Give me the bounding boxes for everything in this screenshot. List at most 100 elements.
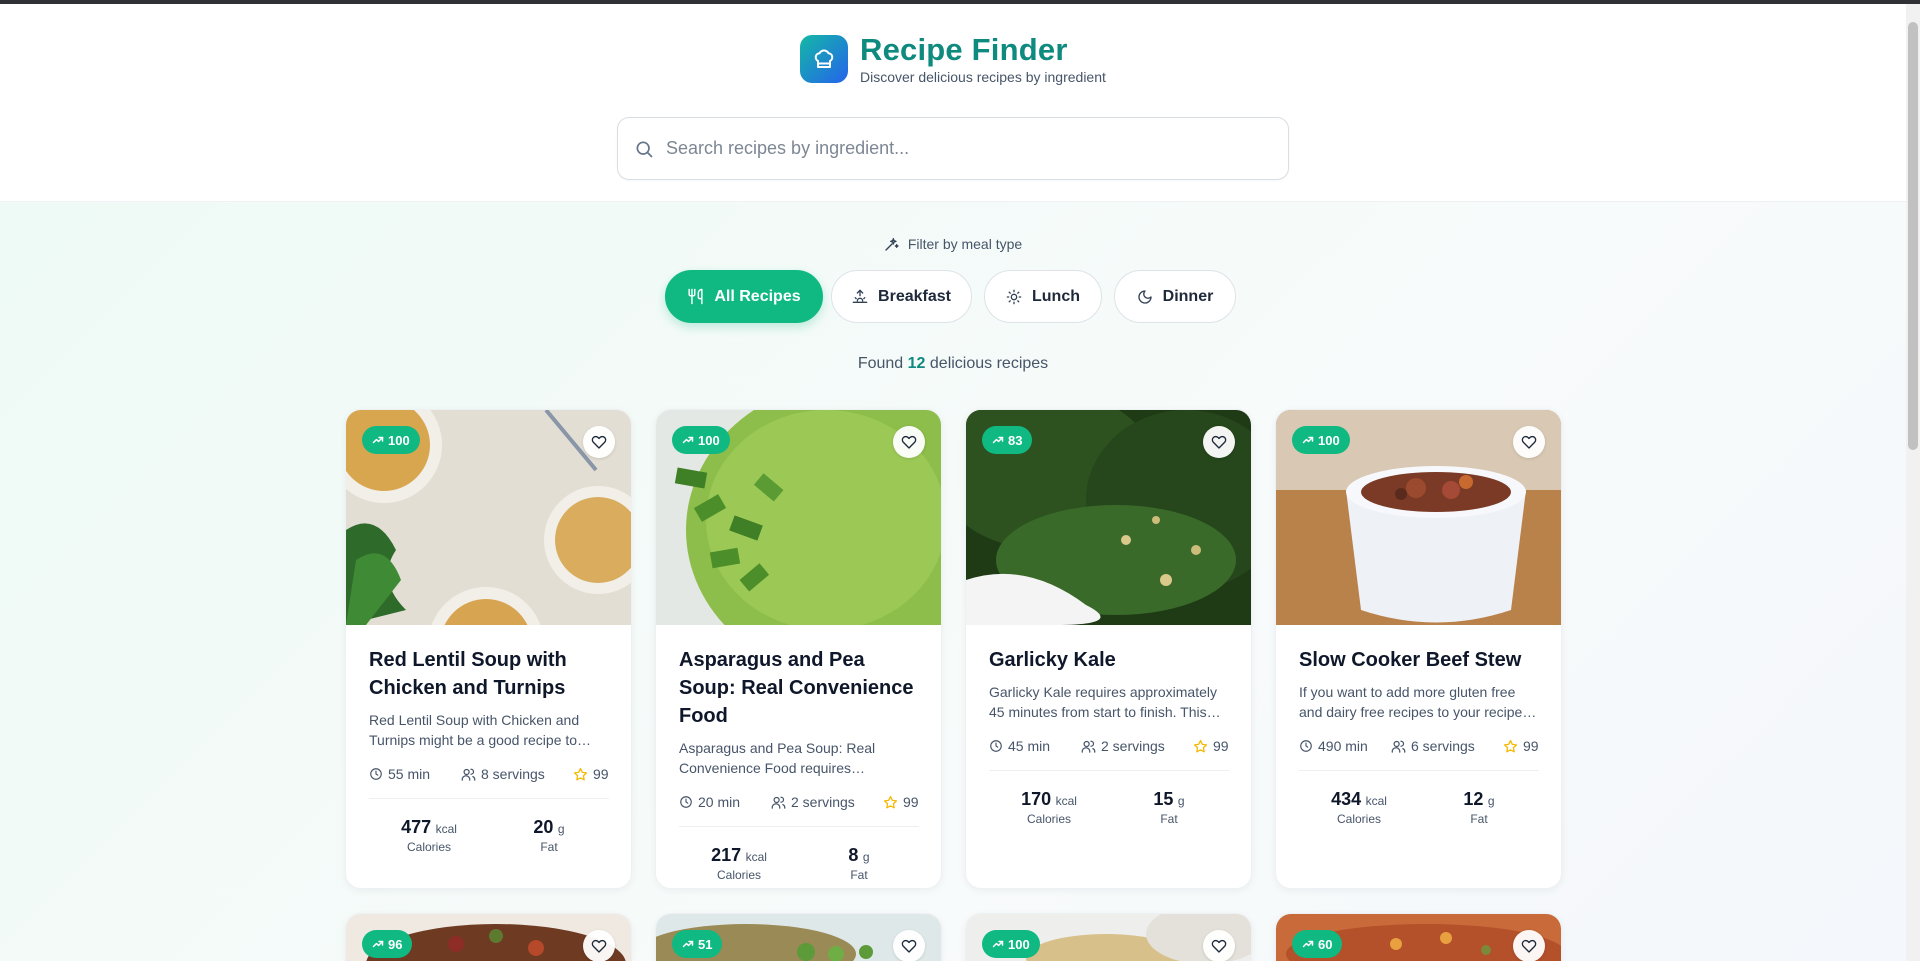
calories-label: Calories: [716, 868, 761, 882]
calories-stat: 434 kcal Calories: [1299, 789, 1419, 826]
recipe-servings-value: 6 servings: [1411, 738, 1475, 754]
fat-stat: 20 g Fat: [489, 817, 609, 854]
recipe-time: 20 min: [679, 794, 771, 810]
recipe-card[interactable]: 100 Red Lentil Soup with Chicken and Tur…: [345, 409, 632, 889]
favorite-button[interactable]: [1203, 426, 1235, 458]
recipe-title[interactable]: Red Lentil Soup with Chicken and Turnips: [369, 646, 609, 702]
fat-unit: g: [557, 822, 565, 836]
star-icon: [883, 795, 898, 808]
clock-icon: [990, 740, 1002, 752]
calories-label: Calories: [1336, 812, 1381, 826]
recipe-servings: 6 servings: [1391, 738, 1503, 754]
trending-up-icon: [992, 940, 1004, 948]
trending-up-icon: [1302, 436, 1314, 444]
filter-all-recipes[interactable]: All Recipes: [665, 270, 823, 323]
recipe-description: If you want to add more gluten free and …: [1299, 684, 1523, 720]
recipe-card[interactable]: 96: [345, 913, 632, 961]
recipe-description: Asparagus and Pea Soup: Real Convenience…: [679, 740, 876, 776]
recipe-card[interactable]: 51: [655, 913, 942, 961]
fat-unit: g: [862, 850, 870, 864]
sparkle-filter-icon: [885, 238, 899, 251]
brand: Recipe Finder Discover delicious recipes…: [800, 32, 1106, 86]
score-value: 96: [388, 936, 403, 952]
fat-label: Fat: [1160, 812, 1178, 826]
score-badge: 100: [1292, 426, 1350, 454]
divider: [1299, 770, 1539, 771]
heart-icon: [1211, 435, 1227, 449]
score-badge: 96: [362, 930, 413, 958]
calories-unit: kcal: [1055, 794, 1077, 808]
favorite-button[interactable]: [583, 426, 615, 458]
fat-stat: 8 g Fat: [799, 845, 919, 882]
favorite-button[interactable]: [1513, 930, 1545, 961]
favorite-button[interactable]: [893, 930, 925, 961]
favorite-button[interactable]: [1513, 426, 1545, 458]
search-bar[interactable]: [617, 117, 1289, 180]
recipe-servings-value: 2 servings: [791, 794, 855, 810]
recipe-title[interactable]: Slow Cooker Beef Stew: [1299, 646, 1539, 674]
filter-label-text: Filter by meal type: [907, 236, 1023, 252]
recipe-description: Red Lentil Soup with Chicken and Turnips…: [369, 712, 580, 748]
fat-label: Fat: [1470, 812, 1488, 826]
score-value: 60: [1318, 936, 1333, 952]
fat-value: 15: [1153, 789, 1174, 809]
moon-icon: [1138, 289, 1152, 304]
app-subtitle: Discover delicious recipes by ingredient: [860, 69, 1106, 85]
sun-icon: [1006, 289, 1022, 304]
heart-icon: [1521, 939, 1537, 953]
recipe-time: 490 min: [1299, 738, 1391, 754]
results-suffix: delicious recipes: [929, 355, 1049, 372]
score-badge: 100: [672, 426, 730, 454]
recipe-card[interactable]: 100: [965, 913, 1252, 961]
fat-label: Fat: [540, 840, 558, 854]
trending-up-icon: [682, 940, 694, 948]
filter-lunch[interactable]: Lunch: [984, 270, 1102, 323]
search-input[interactable]: [666, 138, 1266, 159]
calories-label: Calories: [1026, 812, 1071, 826]
trending-up-icon: [372, 436, 384, 444]
recipe-rating-value: 99: [593, 766, 609, 782]
recipe-card[interactable]: 83 Garlicky Kale Garlicky Kale requires …: [965, 409, 1252, 889]
fat-stat: 12 g Fat: [1419, 789, 1539, 826]
recipe-title[interactable]: Asparagus and Pea Soup: Real Convenience…: [679, 646, 919, 730]
calories-unit: kcal: [435, 822, 457, 836]
recipe-rating-value: 99: [1523, 738, 1539, 754]
score-value: 100: [1008, 936, 1030, 952]
recipe-time: 55 min: [369, 766, 461, 782]
recipe-card[interactable]: 100 Slow Cooker Beef Stew If you want to…: [1275, 409, 1562, 889]
fat-unit: g: [1177, 794, 1185, 808]
recipe-time-value: 45 min: [1008, 738, 1051, 754]
trending-up-icon: [1302, 940, 1314, 948]
recipe-card[interactable]: 60: [1275, 913, 1562, 961]
results-count: Found 12 delicious recipes: [0, 355, 1906, 373]
calories-unit: kcal: [1365, 794, 1387, 808]
score-badge: 100: [362, 426, 420, 454]
filter-dinner[interactable]: Dinner: [1114, 270, 1236, 323]
favorite-button[interactable]: [1203, 930, 1235, 961]
score-value: 100: [1318, 432, 1340, 448]
header: Recipe Finder Discover delicious recipes…: [0, 4, 1906, 202]
recipe-title[interactable]: Garlicky Kale: [989, 646, 1229, 674]
heart-icon: [1521, 435, 1537, 449]
star-icon: [1503, 739, 1518, 752]
divider: [369, 798, 609, 799]
filter-lunch-label: Lunch: [1032, 287, 1080, 305]
calories-stat: 217 kcal Calories: [679, 845, 799, 882]
recipe-rating: 99: [883, 794, 919, 810]
users-icon: [1081, 740, 1096, 753]
recipe-card[interactable]: 100 Asparagus and Pea Soup: Real Conveni…: [655, 409, 942, 889]
recipe-time: 45 min: [989, 738, 1081, 754]
recipe-servings: 2 servings: [1081, 738, 1193, 754]
filter-breakfast[interactable]: Breakfast: [831, 270, 972, 323]
calories-value: 434: [1331, 789, 1362, 809]
trending-up-icon: [992, 436, 1004, 444]
score-value: 100: [388, 432, 410, 448]
app-title: Recipe Finder: [860, 32, 1068, 67]
results-number: 12: [907, 355, 926, 372]
favorite-button[interactable]: [583, 930, 615, 961]
scrollbar-thumb[interactable]: [1908, 22, 1918, 450]
heart-icon: [591, 939, 607, 953]
calories-value: 477: [401, 817, 432, 837]
favorite-button[interactable]: [893, 426, 925, 458]
recipe-rating: 99: [1503, 738, 1539, 754]
